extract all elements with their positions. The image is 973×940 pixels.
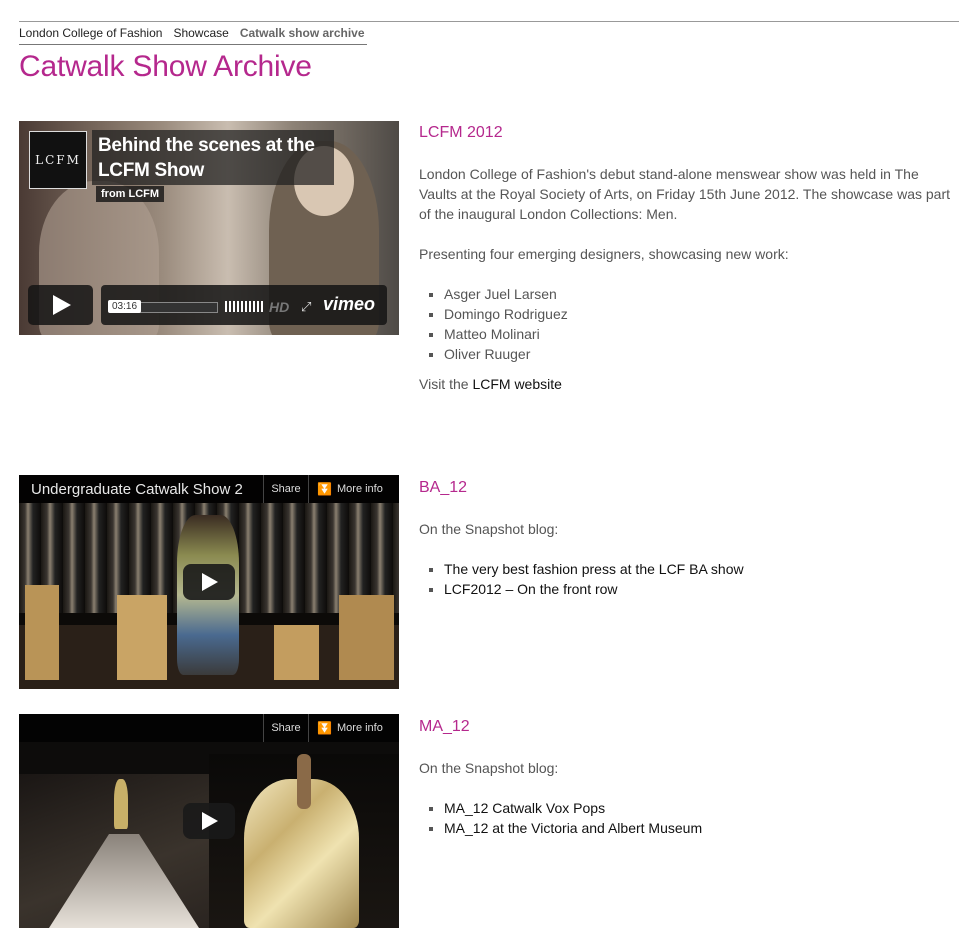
breadcrumb: London College of Fashion Showcase Catwa… (19, 26, 365, 40)
share-button[interactable]: Share (263, 714, 308, 742)
page-title: Catwalk Show Archive (19, 50, 312, 83)
vimeo-logo[interactable]: vimeo (323, 294, 375, 315)
breadcrumb-link-lcf[interactable]: London College of Fashion (19, 26, 162, 40)
designers-intro: Presenting four emerging designers, show… (419, 246, 789, 262)
list-item: Domingo Rodriguez (444, 304, 959, 324)
blog-link[interactable]: The very best fashion press at the LCF B… (444, 561, 744, 577)
chevron-down-icon: ⏬ (317, 482, 332, 496)
lcfm-logo: LCFM (29, 131, 87, 189)
blog-intro: On the Snapshot blog: (419, 521, 559, 537)
blog-link-list: MA_12 Catwalk Vox Pops MA_12 at the Vict… (419, 798, 959, 838)
list-item: LCF2012 – On the front row (444, 579, 959, 599)
breadcrumb-current: Catwalk show archive (239, 26, 365, 40)
breadcrumb-divider (19, 44, 367, 45)
blog-link[interactable]: LCF2012 – On the front row (444, 581, 618, 597)
ma-catwalk-video-player[interactable]: Share ⏬ More info (19, 714, 399, 928)
video-title[interactable]: Behind the scenes at the LCFM Show (98, 133, 334, 183)
video-control-bar: 03:16 HD ⤢ vimeo (101, 285, 387, 325)
video-title[interactable]: Undergraduate Catwalk Show 2 (31, 481, 261, 498)
share-button[interactable]: Share (263, 475, 308, 503)
video-byline[interactable]: from LCFM (96, 186, 165, 202)
visit-line: Visit the LCFM website (419, 374, 959, 394)
entry-ba-12: BA_12 On the Snapshot blog: The very bes… (419, 478, 959, 599)
plinth-4 (339, 595, 394, 680)
breadcrumb-link-showcase[interactable]: Showcase (173, 26, 228, 40)
list-item: MA_12 at the Victoria and Albert Museum (444, 818, 959, 838)
list-item: Oliver Ruuger (444, 344, 959, 364)
visit-prefix: Visit the (419, 376, 469, 392)
play-icon (202, 812, 218, 830)
volume-icon[interactable] (225, 301, 263, 312)
entry-ma-12: MA_12 On the Snapshot blog: MA_12 Catwal… (419, 717, 959, 838)
lcfm-website-link[interactable]: LCFM website (472, 376, 561, 392)
list-item: Matteo Molinari (444, 324, 959, 344)
entry-lcfm-2012: LCFM 2012 London College of Fashion's de… (419, 123, 959, 394)
blog-link[interactable]: MA_12 Catwalk Vox Pops (444, 800, 605, 816)
video-title-bar: Share ⏬ More info (19, 714, 399, 742)
hd-toggle[interactable]: HD (269, 299, 289, 315)
more-info-label: More info (337, 722, 383, 734)
more-info-button[interactable]: ⏬ More info (308, 475, 399, 503)
lcfm-video-player[interactable]: LCFM Behind the scenes at the LCFM Show … (19, 121, 399, 335)
entry-heading: BA_12 (419, 479, 468, 496)
plinth-1 (25, 585, 59, 680)
entry-heading: MA_12 (419, 718, 470, 735)
ba-catwalk-video-player[interactable]: Undergraduate Catwalk Show 2 Share ⏬ More… (19, 475, 399, 689)
play-icon (53, 295, 71, 315)
blog-link[interactable]: MA_12 at the Victoria and Albert Museum (444, 820, 702, 836)
plinth-2 (117, 595, 167, 680)
fullscreen-icon[interactable]: ⤢ (301, 299, 311, 315)
video-duration: 03:16 (108, 300, 142, 313)
chevron-down-icon: ⏬ (317, 721, 332, 735)
play-icon (202, 573, 218, 591)
play-button[interactable] (28, 285, 93, 325)
runway-model (114, 779, 128, 829)
entry-heading: LCFM 2012 (419, 124, 503, 141)
seek-bar[interactable]: 03:16 (108, 300, 218, 313)
top-divider (19, 21, 959, 22)
more-info-button[interactable]: ⏬ More info (308, 714, 399, 742)
entry-description: London College of Fashion's debut stand-… (419, 166, 950, 222)
more-info-label: More info (337, 483, 383, 495)
blog-intro: On the Snapshot blog: (419, 760, 559, 776)
play-button[interactable] (183, 803, 235, 839)
list-item: MA_12 Catwalk Vox Pops (444, 798, 959, 818)
video-title-bar: Undergraduate Catwalk Show 2 Share ⏬ More… (19, 475, 399, 503)
play-button[interactable] (183, 564, 235, 600)
list-item: Asger Juel Larsen (444, 284, 959, 304)
plinth-3 (274, 625, 319, 680)
ponytail (297, 754, 311, 809)
blog-link-list: The very best fashion press at the LCF B… (419, 559, 959, 599)
designer-list: Asger Juel Larsen Domingo Rodriguez Matt… (419, 284, 959, 364)
list-item: The very best fashion press at the LCF B… (444, 559, 959, 579)
